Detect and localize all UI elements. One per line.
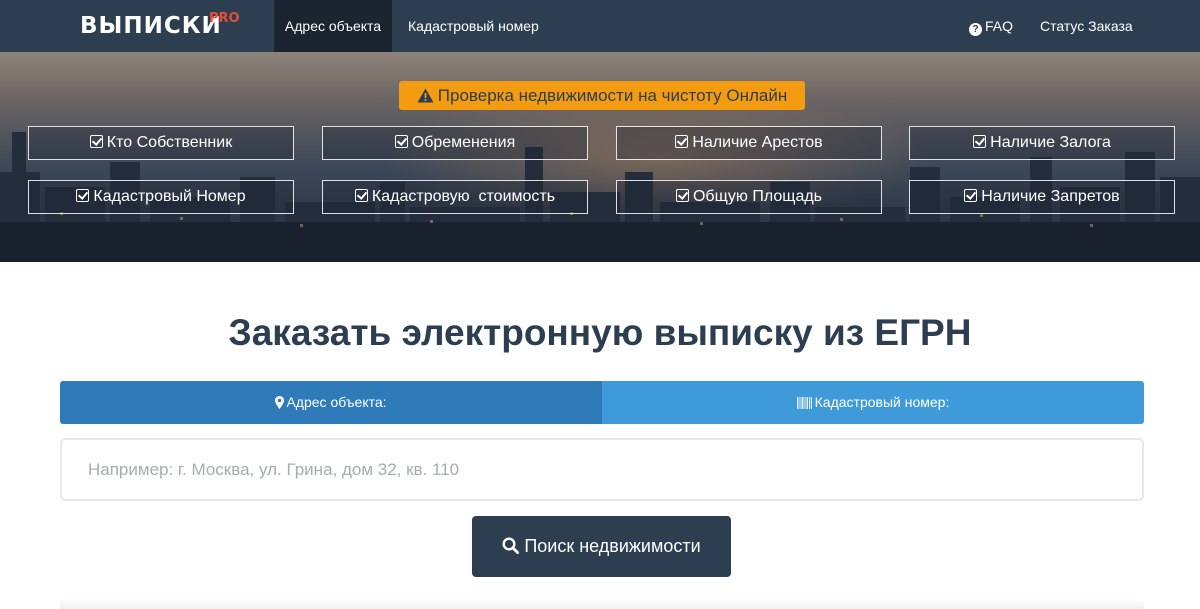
feature-label: Общую Площадь	[692, 188, 823, 205]
nav-item-faq[interactable]: ? FAQ	[969, 0, 1013, 52]
search-icon	[502, 537, 520, 554]
nav-item-order-status[interactable]: Статус Заказа	[1040, 0, 1133, 52]
nav-item-order-status-label: Статус Заказа	[1040, 18, 1133, 34]
feature-pledge: Наличие Залога	[909, 126, 1175, 160]
checkbox-checked-icon	[675, 135, 689, 148]
feature-total-area: Общую Площадь	[616, 180, 882, 214]
tab-cadastral-label: Кадастровый номер:	[814, 394, 950, 410]
feature-label: Кто Собственник	[106, 134, 233, 151]
checkbox-checked-icon	[394, 135, 408, 148]
feature-label: Наличие Запретов	[981, 188, 1120, 205]
feature-owner: Кто Собственник	[28, 126, 294, 160]
feature-label: Кадастровую стоимость	[371, 188, 556, 205]
content-card-edge	[60, 598, 1144, 609]
top-navbar: ВЫПИСКИ PRO Адрес объекта Кадастровый но…	[0, 0, 1200, 52]
checkbox-checked-icon	[675, 189, 689, 202]
feature-encumbrances: Обременения	[322, 126, 588, 160]
nav-item-address[interactable]: Адрес объекта	[274, 0, 392, 52]
nav-item-address-label: Адрес объекта	[284, 18, 382, 34]
feature-prohibitions: Наличие Запретов	[909, 180, 1175, 214]
checkbox-checked-icon	[76, 189, 90, 202]
search-property-button-label: Поиск недвижимости	[524, 536, 701, 556]
feature-label: Обременения	[411, 134, 516, 151]
search-property-button[interactable]: Поиск недвижимости	[472, 516, 731, 577]
brand-pro-suffix: PRO	[209, 11, 240, 26]
feature-cadastral-value: Кадастровую стоимость	[322, 180, 588, 214]
nav-item-faq-label: FAQ	[985, 18, 1014, 34]
hero-banner: Проверка недвижимости на чистоту Онлайн …	[0, 52, 1200, 262]
map-marker-icon	[275, 396, 285, 409]
tab-cadastral[interactable]: Кадастровый номер:	[602, 381, 1144, 424]
feature-label: Наличие Арестов	[692, 134, 823, 151]
question-circle-icon: ?	[969, 23, 982, 36]
feature-label: Наличие Залога	[990, 134, 1111, 151]
feature-label: Кадастровый Номер	[93, 188, 246, 205]
checkbox-checked-icon	[354, 189, 368, 202]
hero-badge-text: Проверка недвижимости на чистоту Онлайн	[437, 86, 788, 105]
hero-badge: Проверка недвижимости на чистоту Онлайн	[399, 81, 805, 110]
checkbox-checked-icon	[964, 189, 978, 202]
checkbox-checked-icon	[89, 135, 103, 148]
brand-name: ВЫПИСКИ	[80, 13, 222, 39]
nav-item-cadastral[interactable]: Кадастровый номер	[408, 0, 539, 52]
warning-icon	[417, 88, 434, 103]
tab-address-label: Адрес объекта:	[286, 394, 387, 410]
page-title: Заказать электронную выписку из ЕГРН	[228, 312, 972, 353]
feature-cadastral-number: Кадастровый Номер	[28, 180, 294, 214]
address-search-input[interactable]	[60, 438, 1144, 501]
nav-item-cadastral-label: Кадастровый номер	[408, 18, 539, 34]
feature-arrests: Наличие Арестов	[616, 126, 882, 160]
barcode-icon	[796, 397, 812, 409]
checkbox-checked-icon	[973, 135, 987, 148]
tab-address[interactable]: Адрес объекта:	[60, 381, 602, 424]
